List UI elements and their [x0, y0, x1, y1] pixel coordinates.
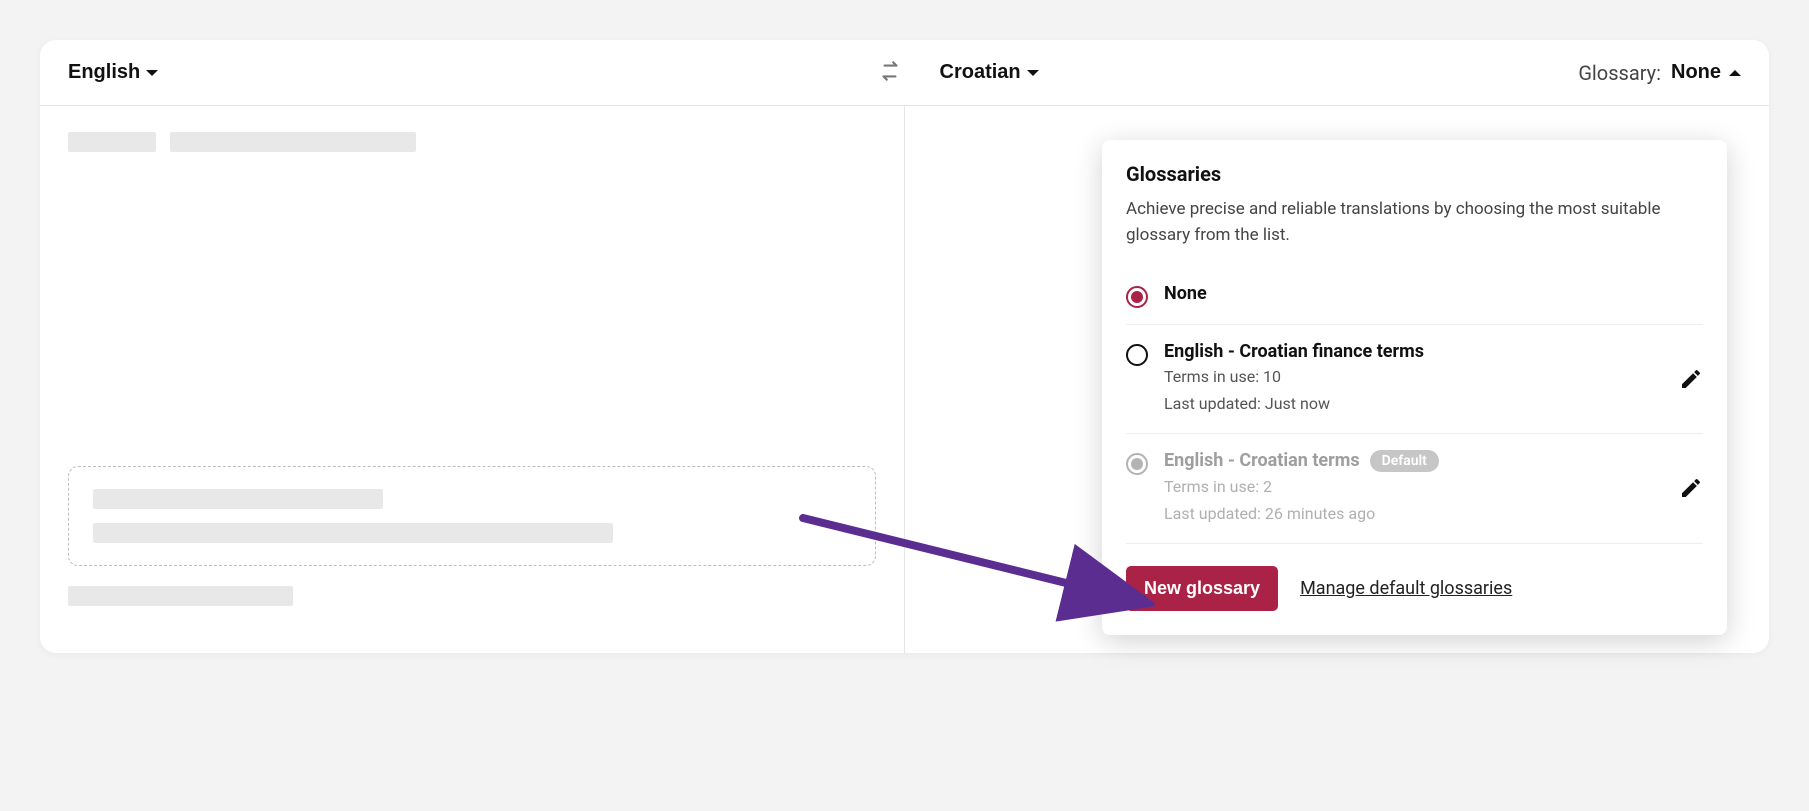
swap-column: [870, 58, 910, 87]
option-terms: Terms in use: 2: [1164, 474, 1663, 500]
radio-disabled[interactable]: [1126, 453, 1148, 475]
option-body: English - Croatian terms Default Terms i…: [1164, 450, 1663, 527]
glossary-label: Glossary:: [1578, 61, 1661, 85]
source-language-label: English: [68, 61, 140, 84]
source-language-button[interactable]: English: [68, 61, 158, 84]
suggestion-box: [68, 466, 876, 566]
dropdown-footer: New glossary Manage default glossaries: [1126, 566, 1703, 611]
header-row: English Croatian Glossary: None: [40, 40, 1769, 105]
pencil-icon: [1679, 476, 1703, 500]
swap-languages-button[interactable]: [877, 58, 903, 87]
manage-default-glossaries-link[interactable]: Manage default glossaries: [1300, 578, 1512, 599]
glossary-option-finance[interactable]: English - Croatian finance terms Terms i…: [1126, 325, 1703, 434]
glossary-value: None: [1671, 61, 1721, 84]
skeleton-line: [170, 132, 416, 152]
option-updated: Last updated: Just now: [1164, 391, 1663, 417]
radio-selected[interactable]: [1126, 286, 1148, 308]
chevron-down-icon: [146, 70, 158, 76]
option-terms: Terms in use: 10: [1164, 364, 1663, 390]
option-name-text: English - Croatian terms: [1164, 450, 1360, 471]
option-name: English - Croatian terms Default: [1164, 450, 1439, 472]
skeleton-line: [93, 523, 613, 543]
skeleton-row: [68, 132, 876, 166]
source-header: English: [68, 61, 870, 84]
dropdown-description: Achieve precise and reliable translation…: [1126, 196, 1703, 249]
target-language-button[interactable]: Croatian: [940, 61, 1039, 84]
source-text-area[interactable]: [40, 106, 905, 653]
option-body: English - Croatian finance terms Terms i…: [1164, 341, 1663, 417]
skeleton-line: [68, 586, 293, 606]
glossary-selector: Glossary: None: [1578, 61, 1741, 85]
chevron-down-icon: [1027, 70, 1039, 76]
skeleton-line: [93, 489, 383, 509]
edit-glossary-button[interactable]: [1679, 476, 1703, 500]
option-name: English - Croatian finance terms: [1164, 341, 1424, 362]
swap-icon: [877, 58, 903, 84]
option-body: None: [1164, 283, 1703, 304]
dropdown-title: Glossaries: [1126, 162, 1703, 186]
option-name: None: [1164, 283, 1207, 304]
translator-panel: English Croatian Glossary: None: [40, 40, 1769, 653]
target-language-label: Croatian: [940, 61, 1021, 84]
glossary-option-default[interactable]: English - Croatian terms Default Terms i…: [1126, 434, 1703, 544]
new-glossary-button[interactable]: New glossary: [1126, 566, 1278, 611]
glossary-dropdown-panel: Glossaries Achieve precise and reliable …: [1102, 140, 1727, 635]
default-badge: Default: [1370, 450, 1439, 472]
target-header: Croatian Glossary: None: [910, 61, 1742, 85]
chevron-up-icon: [1729, 70, 1741, 76]
glossary-option-none[interactable]: None: [1126, 267, 1703, 325]
skeleton-line: [68, 132, 156, 152]
option-updated: Last updated: 26 minutes ago: [1164, 501, 1663, 527]
edit-glossary-button[interactable]: [1679, 367, 1703, 391]
glossary-dropdown-button[interactable]: None: [1671, 61, 1741, 84]
pencil-icon: [1679, 367, 1703, 391]
radio-unselected[interactable]: [1126, 344, 1148, 366]
